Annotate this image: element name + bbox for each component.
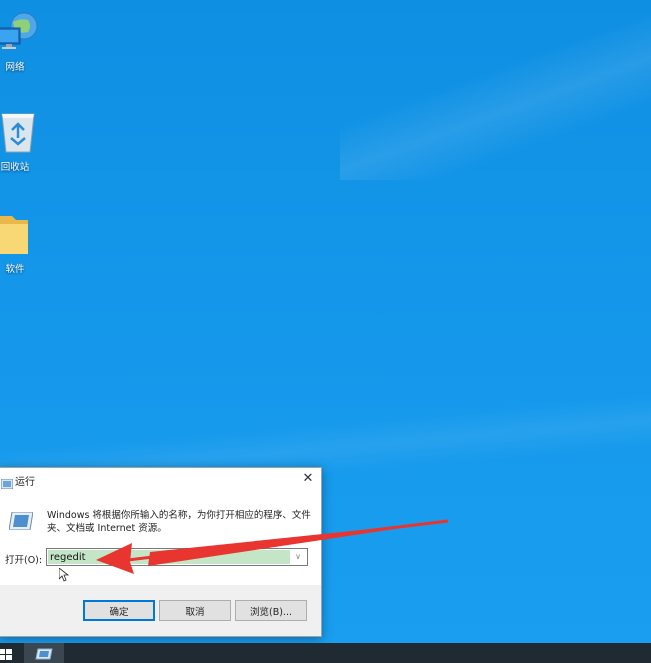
open-combobox[interactable]: ∨ bbox=[46, 548, 308, 566]
run-program-icon bbox=[8, 511, 34, 534]
chevron-down-icon[interactable]: ∨ bbox=[291, 550, 305, 564]
cancel-button[interactable]: 取消 bbox=[159, 600, 231, 621]
run-dialog-titlebar[interactable]: 运行 ✕ bbox=[0, 468, 321, 492]
taskbar-run-app[interactable] bbox=[24, 643, 64, 663]
open-label: 打开(O): bbox=[5, 555, 43, 566]
windows-start-icon[interactable] bbox=[0, 643, 14, 663]
network-icon bbox=[0, 12, 38, 49]
run-dialog-title: 运行 bbox=[15, 477, 35, 488]
run-dialog: 运行 ✕ Windows 将根据你所输入的名称，为你打开相应的程序、文件夹、文档… bbox=[0, 467, 322, 637]
taskbar bbox=[0, 643, 651, 663]
desktop-icon-network[interactable]: 网络 bbox=[0, 8, 38, 73]
ok-button[interactable]: 确定 bbox=[83, 600, 155, 621]
desktop-icon-label: 网络 bbox=[5, 62, 25, 73]
open-input[interactable] bbox=[48, 550, 290, 564]
folder-icon bbox=[0, 216, 28, 254]
browse-button[interactable]: 浏览(B)... bbox=[235, 600, 307, 621]
desktop-icon-recycle-bin[interactable]: 回收站 bbox=[0, 108, 35, 173]
close-button[interactable]: ✕ bbox=[301, 471, 315, 487]
desktop-icon-software[interactable]: 软件 bbox=[0, 210, 32, 275]
desktop: 网络 回收站 软件 运行 ✕ Windows 将根据你所输入的名称，为你打开相应… bbox=[0, 0, 651, 663]
run-icon bbox=[35, 648, 53, 660]
wallpaper-light-ray bbox=[340, 0, 651, 180]
desktop-icon-label: 回收站 bbox=[0, 162, 30, 173]
mouse-cursor-icon bbox=[58, 567, 70, 586]
desktop-icon-label: 软件 bbox=[5, 264, 25, 275]
run-icon bbox=[0, 474, 14, 493]
run-dialog-description: Windows 将根据你所输入的名称，为你打开相应的程序、文件夹、文档或 Int… bbox=[47, 510, 311, 534]
recycle-bin-icon bbox=[1, 113, 35, 153]
